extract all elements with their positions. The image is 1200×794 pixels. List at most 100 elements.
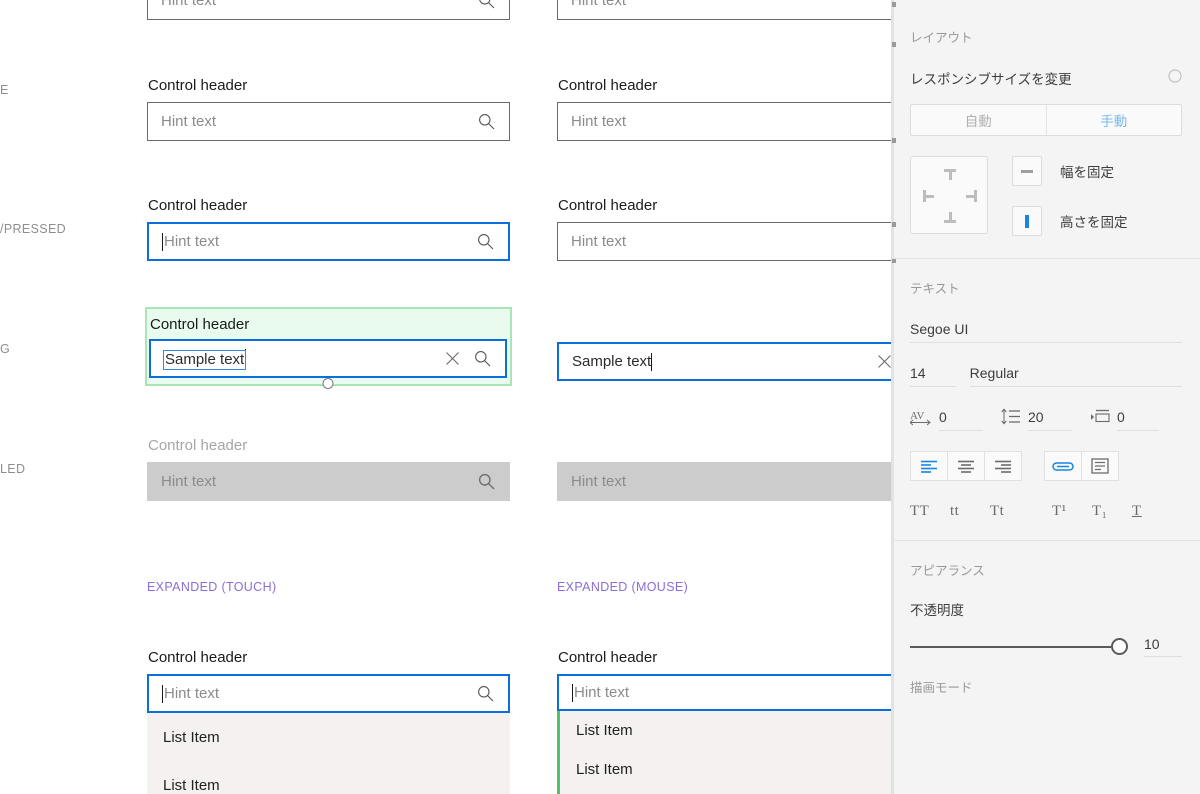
fix-width-label: 幅を固定 bbox=[1060, 165, 1114, 180]
control-group-left-top[interactable]: Hint text bbox=[147, 0, 510, 20]
fix-width-row[interactable]: 幅を固定 bbox=[1012, 156, 1128, 186]
hint-text-label: Hint text bbox=[571, 472, 627, 490]
align-right-icon[interactable] bbox=[984, 451, 1022, 481]
state-label-hover: E bbox=[0, 83, 9, 97]
autosuggest-box-focus[interactable]: Hint text bbox=[147, 222, 510, 261]
control-header-label: Control header bbox=[148, 649, 248, 666]
auto-width-icon[interactable] bbox=[1044, 451, 1082, 481]
alignment-row[interactable] bbox=[910, 451, 1182, 481]
list-item[interactable]: List Item bbox=[147, 761, 510, 794]
list-item[interactable]: List Item bbox=[560, 750, 891, 789]
control-group-expanded-mouse[interactable]: Control header Hint text List Item List … bbox=[557, 648, 891, 794]
control-group-right-rest[interactable]: Control header Hint text bbox=[557, 76, 891, 141]
autosuggest-box-right-hover[interactable]: Hint text bbox=[557, 222, 891, 261]
suggestion-flyout-mouse[interactable]: List Item List Item List Item bbox=[557, 711, 891, 794]
clear-icon[interactable] bbox=[437, 344, 467, 374]
clear-icon[interactable] bbox=[869, 347, 891, 377]
constraints-row[interactable]: 幅を固定 高さを固定 bbox=[910, 156, 1182, 236]
letter-spacing-value[interactable]: 0 bbox=[939, 407, 983, 431]
paragraph-spacing-icon bbox=[1090, 408, 1110, 430]
text-caret bbox=[162, 232, 163, 251]
paragraph-spacing-value[interactable]: 0 bbox=[1117, 407, 1159, 431]
control-group-right-hover[interactable]: Control header Hint text bbox=[557, 196, 891, 261]
fixed-size-icon[interactable] bbox=[1081, 451, 1119, 481]
search-icon[interactable] bbox=[470, 679, 500, 709]
fix-height-label: 高さを固定 bbox=[1060, 215, 1128, 230]
search-icon[interactable] bbox=[471, 0, 501, 16]
segment-manual[interactable]: 手動 bbox=[1047, 105, 1182, 135]
text-resize-group[interactable] bbox=[1044, 451, 1119, 481]
uppercase-icon[interactable]: TT bbox=[910, 503, 950, 520]
autosuggest-box-rest[interactable]: Hint text bbox=[147, 102, 510, 141]
autosuggest-box-expanded-touch[interactable]: Hint text bbox=[147, 674, 510, 713]
responsive-row[interactable]: レスポンシブサイズを変更 bbox=[910, 68, 1182, 88]
autosuggest-box-right-rest[interactable]: Hint text bbox=[557, 102, 891, 141]
opacity-value[interactable]: 10 bbox=[1144, 636, 1182, 657]
input-value-wrapper[interactable]: Sample text bbox=[162, 348, 334, 389]
search-icon[interactable] bbox=[470, 227, 500, 257]
opacity-slider-track[interactable] bbox=[910, 645, 1111, 648]
list-item[interactable]: List Item bbox=[560, 711, 891, 750]
autosuggest-box-expanded-mouse[interactable]: Hint text bbox=[557, 674, 891, 711]
subscript-icon[interactable]: T₁ bbox=[1092, 503, 1132, 520]
titlecase-icon[interactable]: Tt bbox=[990, 503, 1030, 520]
hint-text-label: Hint text bbox=[161, 0, 217, 9]
font-weight-value[interactable]: Regular bbox=[969, 363, 1182, 387]
font-size-value[interactable]: 14 bbox=[910, 363, 956, 387]
case-script-row[interactable]: TT tt Tt T¹ T₁ T bbox=[910, 503, 1182, 520]
selected-text[interactable]: Sample text bbox=[162, 349, 247, 370]
font-family-value[interactable]: Segoe UI bbox=[910, 319, 1182, 343]
control-header-label: Control header bbox=[148, 77, 248, 94]
autosuggest-box-typing[interactable]: Sample text bbox=[149, 339, 507, 389]
responsive-toggle-icon[interactable] bbox=[1168, 68, 1182, 88]
line-height-value[interactable]: 20 bbox=[1028, 407, 1072, 431]
autosuggest-box-left-top[interactable]: Hint text bbox=[147, 0, 510, 20]
lowercase-icon[interactable]: tt bbox=[950, 503, 990, 520]
constraint-widget[interactable] bbox=[910, 156, 988, 234]
control-group-right-top[interactable]: Hint text bbox=[557, 0, 891, 20]
anchor-top-stem[interactable] bbox=[948, 169, 952, 180]
anchor-right-stem[interactable] bbox=[966, 194, 977, 198]
control-group-left-rest[interactable]: Control header Hint text bbox=[147, 76, 510, 141]
superscript-icon[interactable]: T¹ bbox=[1052, 503, 1092, 520]
vertical-bar-icon bbox=[1025, 214, 1029, 228]
search-icon[interactable] bbox=[467, 344, 497, 374]
align-center-icon[interactable] bbox=[947, 451, 985, 481]
anchor-bottom-stem[interactable] bbox=[948, 212, 952, 223]
search-icon[interactable] bbox=[471, 107, 501, 137]
font-family-row[interactable]: Segoe UI bbox=[910, 319, 1182, 343]
responsive-mode-segmented[interactable]: 自動 手動 bbox=[910, 104, 1182, 136]
fix-width-button[interactable] bbox=[1012, 156, 1042, 186]
underline-icon[interactable]: T bbox=[1132, 503, 1162, 520]
control-group-left-focus[interactable]: Control header Hint text bbox=[147, 196, 510, 261]
align-left-icon[interactable] bbox=[910, 451, 948, 481]
fix-height-button[interactable] bbox=[1012, 206, 1042, 236]
segment-auto[interactable]: 自動 bbox=[911, 105, 1047, 135]
inspector-panel[interactable]: レイアウト レスポンシブサイズを変更 自動 手動 幅を固定 高さを固定 テキスト… bbox=[891, 0, 1200, 794]
text-align-group[interactable] bbox=[910, 451, 1022, 481]
fix-height-row[interactable]: 高さを固定 bbox=[1012, 206, 1128, 236]
state-label-typing: G bbox=[0, 342, 11, 356]
list-item[interactable]: List Item bbox=[147, 713, 510, 761]
font-size-weight-row[interactable]: 14 Regular bbox=[910, 363, 1182, 387]
opacity-slider-thumb[interactable] bbox=[1111, 638, 1128, 655]
design-canvas[interactable]: E /PRESSED G LED Hint text Control heade… bbox=[0, 0, 891, 794]
list-item[interactable]: List Item bbox=[560, 789, 891, 794]
control-group-right-typing[interactable]: Control header Sample text bbox=[557, 316, 891, 381]
layout-section: レイアウト レスポンシブサイズを変更 自動 手動 幅を固定 高さを固定 bbox=[892, 0, 1200, 258]
selection-frame[interactable]: Control header Sample text bbox=[145, 307, 512, 389]
selection-handle[interactable] bbox=[322, 378, 334, 389]
autosuggest-box-right-top[interactable]: Hint text bbox=[557, 0, 891, 20]
text-caret bbox=[572, 683, 573, 702]
suggestion-flyout-touch[interactable]: List Item List Item bbox=[147, 713, 510, 794]
spacing-row[interactable]: AV 0 20 0 bbox=[909, 407, 1182, 431]
layout-section-title: レイアウト bbox=[910, 31, 973, 45]
opacity-slider-row[interactable]: 10 bbox=[910, 636, 1182, 657]
control-group-expanded-touch[interactable]: Control header Hint text List Item List … bbox=[147, 648, 510, 794]
input-value[interactable]: Sample text bbox=[572, 353, 651, 371]
control-header-label: Control header bbox=[558, 649, 658, 666]
anchor-left-stem[interactable] bbox=[923, 194, 934, 198]
autosuggest-box-right-typing[interactable]: Sample text bbox=[557, 342, 891, 381]
text-caret bbox=[651, 352, 653, 371]
hint-text-label: Hint text bbox=[164, 232, 220, 250]
